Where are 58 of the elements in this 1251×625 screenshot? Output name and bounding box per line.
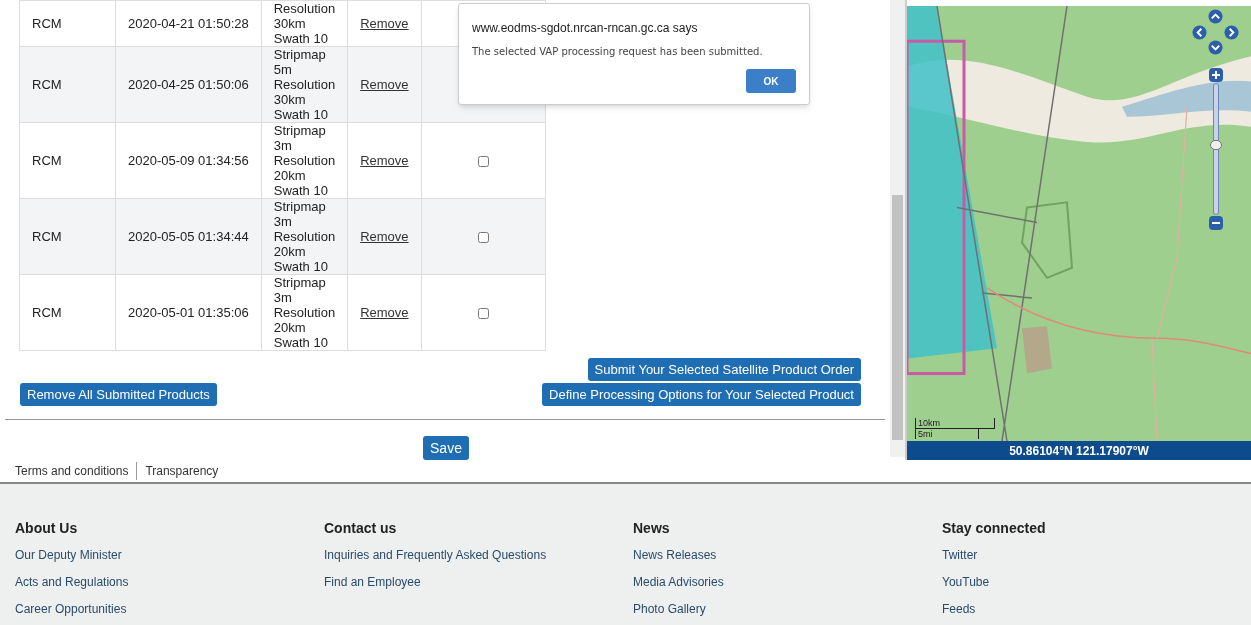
remove-link[interactable]: Remove <box>360 76 409 92</box>
product-description: Resolution 30km Swath 10 <box>273 1 336 46</box>
footer-heading: News <box>633 519 671 538</box>
footer-heading: Stay connected <box>942 519 1047 538</box>
footer-link[interactable]: Acts and Regulations <box>15 575 324 589</box>
product-description: Stripmap 3m Resolution 20km Swath 10 <box>273 275 336 350</box>
zoom-out-icon[interactable] <box>1209 216 1223 230</box>
product-name: RCM <box>32 304 62 320</box>
product-name: RCM <box>32 15 62 31</box>
footer-heading: Contact us <box>324 519 398 538</box>
submit-order-button[interactable]: Submit Your Selected Satellite Product Order <box>587 358 861 381</box>
product-description: Stripmap 3m Resolution 20km Swath 10 <box>273 123 336 198</box>
zoom-thumb[interactable] <box>1210 140 1222 151</box>
footer-link[interactable]: Twitter <box>942 548 1251 562</box>
remove-link[interactable]: Remove <box>360 152 409 168</box>
dialog-message: The selected VAP processing request has been submitted. <box>472 45 764 59</box>
row-checkbox[interactable] <box>477 155 489 167</box>
scale-bar: 5mi <box>915 429 979 439</box>
footer-link[interactable]: Terms and conditions <box>15 462 129 480</box>
remove-all-button[interactable]: Remove All Submitted Products <box>20 383 217 406</box>
remove-link[interactable]: Remove <box>360 228 409 244</box>
product-name: RCM <box>32 152 62 168</box>
coordinates-bar: 50.86104°N 121.17907°W <box>907 441 1251 460</box>
footer-link[interactable]: News Releases <box>633 548 942 562</box>
pan-left-icon[interactable] <box>1192 25 1207 40</box>
acquisition-date: 2020-05-09 01:34:56 <box>128 152 249 168</box>
pan-up-icon[interactable] <box>1208 9 1223 24</box>
row-checkbox[interactable] <box>477 307 489 319</box>
product-description: Stripmap 5m Resolution 30km Swath 10 <box>273 47 336 122</box>
scale-bar: 10km <box>915 418 995 429</box>
ok-button[interactable]: OK <box>746 69 796 93</box>
footer-link[interactable]: Find an Employee <box>324 575 633 589</box>
save-button[interactable]: Save <box>423 436 469 460</box>
footer-link[interactable]: Feeds <box>942 602 1251 616</box>
row-checkbox[interactable] <box>477 231 489 243</box>
pan-right-icon[interactable] <box>1224 25 1239 40</box>
scrollbar[interactable] <box>890 0 905 457</box>
footer-link[interactable]: Media Advisories <box>633 575 942 589</box>
footer-link[interactable]: Inquiries and Frequently Asked Questions <box>324 548 633 562</box>
dialog-title: www.eodms-sgdot.nrcan-rncan.gc.ca says <box>472 20 699 37</box>
footer-link[interactable]: YouTube <box>942 575 1251 589</box>
footer-link[interactable]: Transparency <box>136 462 219 480</box>
footer-link[interactable]: Career Opportunities <box>15 602 324 616</box>
remove-link[interactable]: Remove <box>360 304 409 320</box>
footer-heading: About Us <box>15 519 79 538</box>
pan-down-icon[interactable] <box>1208 40 1223 55</box>
zoom-in-icon[interactable] <box>1209 68 1223 82</box>
footer-link[interactable]: Our Deputy Minister <box>15 548 324 562</box>
processing-options-button[interactable]: Define Processing Options for Your Selected Product <box>542 383 861 406</box>
product-name: RCM <box>32 228 62 244</box>
acquisition-date: 2020-05-01 01:35:06 <box>128 304 249 320</box>
acquisition-date: 2020-05-05 01:34:44 <box>128 228 249 244</box>
footer-link[interactable]: Photo Gallery <box>633 602 942 616</box>
zoom-slider[interactable] <box>1213 83 1219 215</box>
acquisition-date: 2020-04-21 01:50:28 <box>128 15 249 31</box>
acquisition-date: 2020-04-25 01:50:06 <box>128 76 249 92</box>
product-name: RCM <box>32 76 62 92</box>
product-description: Stripmap 3m Resolution 20km Swath 10 <box>273 199 336 274</box>
